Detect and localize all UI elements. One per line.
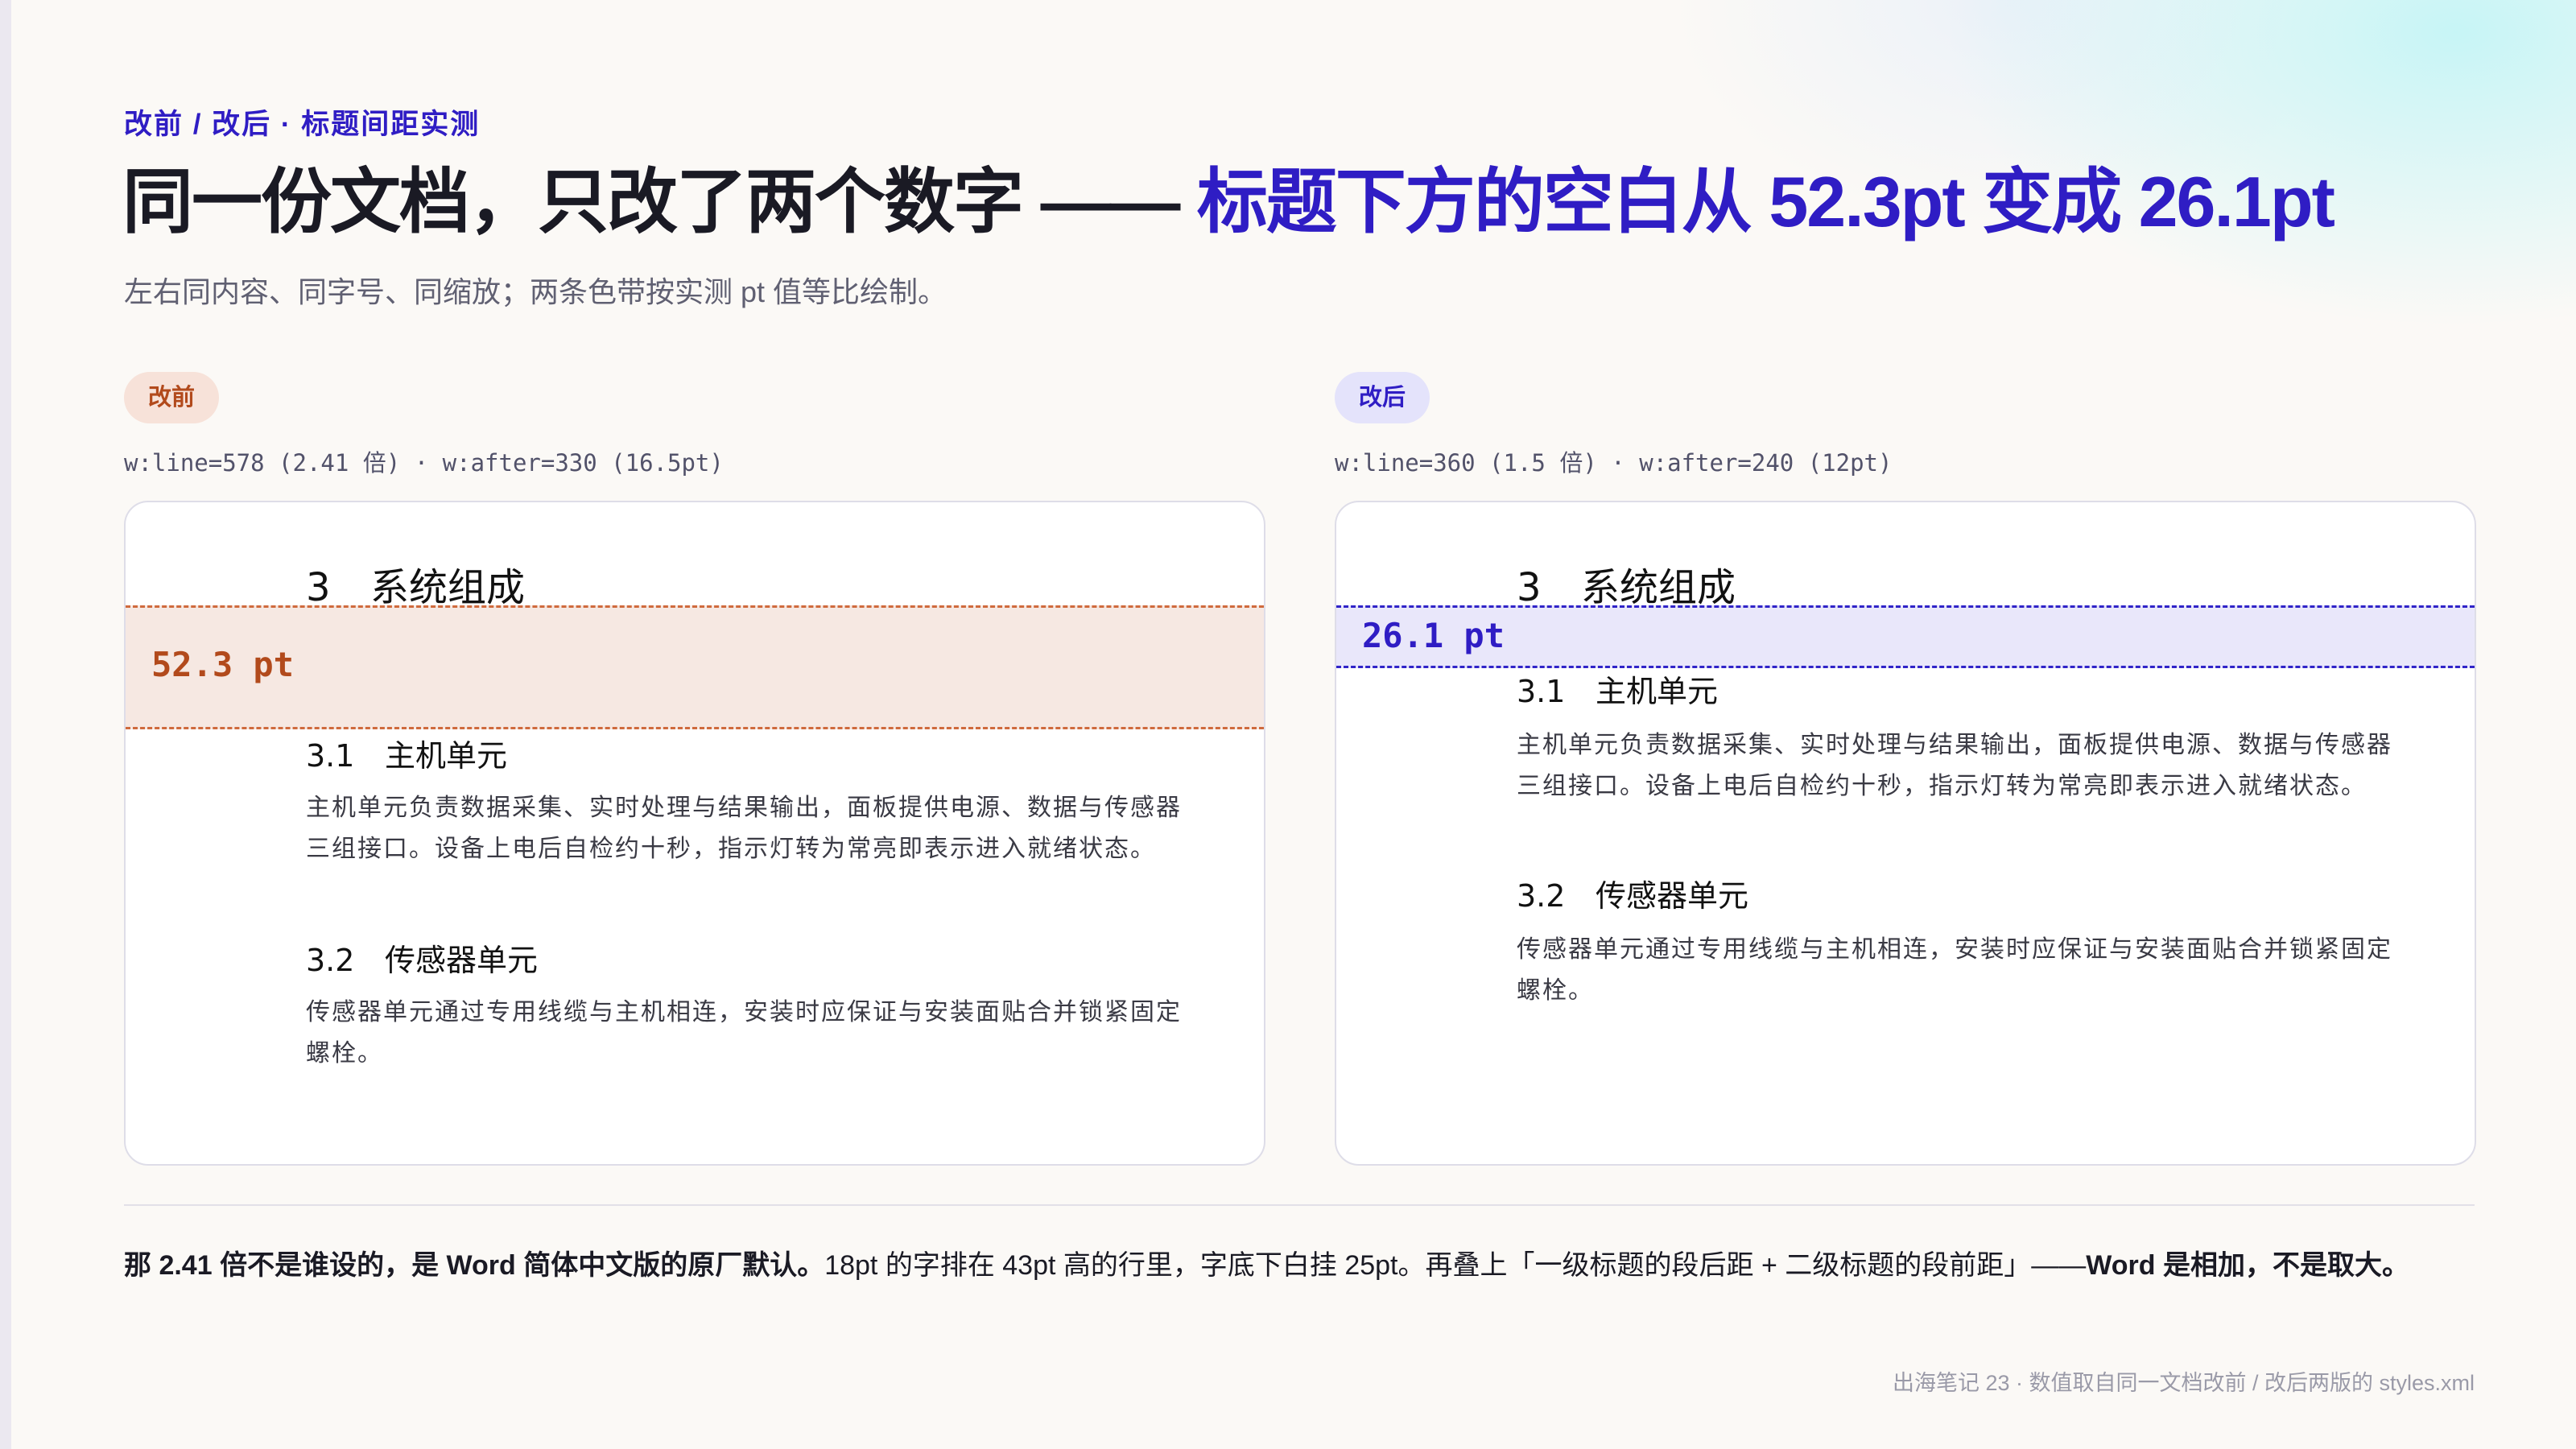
heading-2-section-2: 3.2 传感器单元 bbox=[1517, 871, 1748, 915]
section-1-title: 主机单元 bbox=[385, 738, 508, 774]
heading-2-section-2: 3.2 传感器单元 bbox=[306, 935, 538, 980]
after-gap-band: 26.1 pt bbox=[1336, 605, 2475, 668]
page-subtitle: 左右同内容、同字号、同缩放；两条色带按实测 pt 值等比绘制。 bbox=[124, 275, 947, 308]
after-params: w:line=360 (1.5 倍) · w:after=240 (12pt) bbox=[1335, 449, 1893, 477]
after-gap-label: 26.1 pt bbox=[1362, 616, 1505, 655]
left-edge-bar bbox=[0, 0, 11, 1449]
before-tag: 改前 bbox=[124, 372, 220, 423]
takeaway-bold-end: Word 是相加，不是取大。 bbox=[2086, 1250, 2409, 1281]
takeaway-body: 18pt 的字排在 43pt 高的行里，字底下白挂 25pt。再叠上「一级标题的… bbox=[824, 1250, 2087, 1281]
before-gap-band: 52.3 pt bbox=[126, 605, 1264, 729]
footnote: 出海笔记 23 · 数值取自同一文档改前 / 改后两版的 styles.xml bbox=[1892, 1371, 2475, 1395]
eyebrow-label: 改前 / 改后 · 标题间距实测 bbox=[124, 109, 481, 140]
heading-1-number: 3 bbox=[1517, 565, 1542, 610]
section-2-body: 传感器单元通过专用线缆与主机相连，安装时应保证与安装面贴合并锁紧固定螺栓。 bbox=[1517, 935, 2392, 1005]
section-2-title: 传感器单元 bbox=[385, 943, 539, 978]
after-tag: 改后 bbox=[1335, 372, 1430, 423]
heading-1-text: 系统组成 bbox=[370, 565, 526, 610]
section-1-body: 主机单元负责数据采集、实时处理与结果输出，面板提供电源、数据与传感器三组接口。设… bbox=[306, 794, 1182, 863]
after-document-card: 3 系统组成 26.1 pt 3.1 主机单元 主机单元负责数据采集、实时处理与结果… bbox=[1335, 501, 2476, 1166]
section-1-number: 3.1 bbox=[1517, 674, 1566, 709]
section-2-body: 传感器单元通过专用线缆与主机相连，安装时应保证与安装面贴合并锁紧固定螺栓。 bbox=[306, 998, 1182, 1067]
heading-1: 3 系统组成 bbox=[1517, 555, 1736, 612]
heading-1: 3 系统组成 bbox=[306, 555, 525, 612]
section-1-number: 3.1 bbox=[306, 738, 355, 774]
section-1-title: 主机单元 bbox=[1596, 674, 1719, 709]
takeaway-text: 那 2.41 倍不是谁设的，是 Word 简体中文版的原厂默认。18pt 的字排… bbox=[124, 1243, 2409, 1282]
before-gap-label: 52.3 pt bbox=[151, 645, 295, 684]
before-params: w:line=578 (2.41 倍) · w:after=330 (16.5p… bbox=[124, 449, 724, 477]
section-2-number: 3.2 bbox=[1517, 878, 1566, 914]
heading-1-text: 系统组成 bbox=[1581, 565, 1736, 610]
title-main: 同一份文档，只改了两个数字 —— bbox=[122, 162, 1197, 242]
before-document-card: 3 系统组成 52.3 pt 3.1 主机单元 主机单元负责数据采集、实时处理与结果… bbox=[124, 501, 1265, 1166]
title-accent: 标题下方的空白从 52.3pt 变成 26.1pt bbox=[1196, 162, 2335, 242]
heading-2-section-1: 3.1 主机单元 bbox=[1517, 667, 1718, 711]
section-2-number: 3.2 bbox=[306, 943, 355, 978]
divider bbox=[124, 1204, 2475, 1206]
page-title: 同一份文档，只改了两个数字 —— 标题下方的空白从 52.3pt 变成 26.1… bbox=[122, 158, 2335, 246]
section-1-body: 主机单元负责数据采集、实时处理与结果输出，面板提供电源、数据与传感器三组接口。设… bbox=[1517, 731, 2392, 800]
heading-1-number: 3 bbox=[306, 565, 331, 610]
section-2-title: 传感器单元 bbox=[1596, 878, 1749, 914]
heading-2-section-1: 3.1 主机单元 bbox=[306, 731, 507, 775]
takeaway-bold-lead: 那 2.41 倍不是谁设的，是 Word 简体中文版的原厂默认。 bbox=[124, 1250, 825, 1281]
